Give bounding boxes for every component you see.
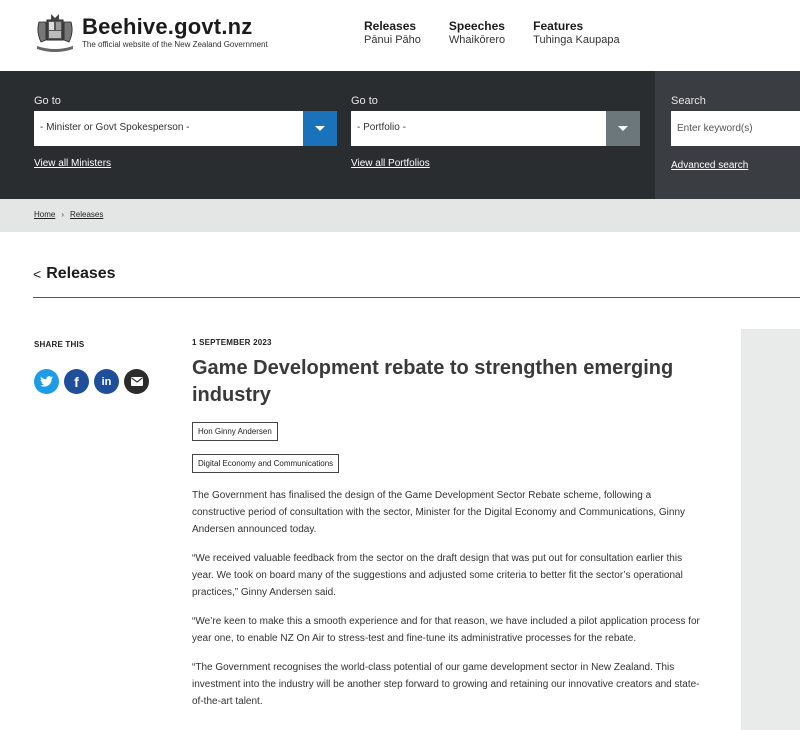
minister-select[interactable]: - Minister or Govt Spokesperson - — [34, 111, 337, 146]
site-subtitle: The official website of the New Zealand … — [82, 40, 268, 49]
share-label: SHARE THIS — [34, 340, 85, 349]
minister-tag[interactable]: Hon Ginny Andersen — [192, 422, 278, 441]
chevron-right-icon: › — [61, 210, 65, 219]
article-date: 1 SEPTEMBER 2023 — [192, 338, 272, 347]
site-title[interactable]: Beehive.govt.nz — [82, 14, 252, 40]
facebook-icon[interactable]: f — [64, 369, 89, 394]
breadcrumb-releases[interactable]: Releases — [70, 210, 103, 219]
portfolios-goto-label: Go to — [351, 95, 378, 107]
top-nav: Releases Pānui Pāho Speeches Whaikōrero … — [364, 19, 648, 46]
breadcrumb: Home › Releases — [34, 210, 103, 219]
nav-label: Releases — [364, 19, 417, 33]
minister-select-value: - Minister or Govt Spokesperson - — [40, 122, 190, 133]
nav-sublabel: Tuhinga Kaupapa — [533, 34, 620, 46]
nav-label: Speeches — [448, 19, 505, 33]
chevron-down-icon[interactable] — [606, 111, 640, 146]
back-to-releases-link[interactable]: < Releases — [33, 265, 116, 283]
nav-features[interactable]: Features Tuhinga Kaupapa — [533, 19, 619, 46]
nz-coat-of-arms-icon[interactable] — [33, 12, 77, 54]
sidebar-panel — [741, 329, 800, 730]
section-title: Releases — [46, 265, 116, 282]
article: 1 SEPTEMBER 2023 Game Development rebate… — [192, 338, 702, 722]
advanced-search-link[interactable]: Advanced search — [671, 160, 748, 171]
chevron-left-icon: < — [33, 266, 42, 282]
ministers-goto-label: Go to — [34, 95, 61, 107]
portfolio-select[interactable]: - Portfolio - — [351, 111, 640, 146]
article-title: Game Development rebate to strengthen em… — [192, 357, 674, 406]
view-all-ministers-link[interactable]: View all Ministers — [34, 158, 111, 169]
search-label: Search — [671, 95, 706, 107]
chevron-down-icon[interactable] — [303, 111, 337, 146]
twitter-icon[interactable] — [34, 369, 59, 394]
breadcrumb-home[interactable]: Home — [34, 210, 55, 219]
nav-sublabel: Whaikōrero — [448, 34, 506, 46]
linkedin-icon[interactable]: in — [94, 369, 119, 394]
site-header: Beehive.govt.nz The official website of … — [0, 0, 800, 71]
linkedin-glyph: in — [101, 375, 112, 388]
article-paragraph: The Government has finalised the design … — [192, 490, 686, 535]
nav-releases[interactable]: Releases Pānui Pāho — [364, 19, 421, 46]
article-paragraph: “We received valuable feedback from the … — [192, 553, 683, 598]
share-icons: f in — [34, 369, 154, 394]
nav-speeches[interactable]: Speeches Whaikōrero — [449, 19, 505, 46]
search-input[interactable] — [671, 111, 800, 146]
portfolio-select-value: - Portfolio - — [357, 122, 406, 133]
article-paragraph: “The Government recognises the world-cla… — [192, 662, 700, 707]
nav-label: Features — [533, 19, 584, 33]
facebook-glyph: f — [74, 373, 79, 390]
section-divider — [33, 297, 800, 298]
nav-sublabel: Pānui Pāho — [364, 34, 421, 46]
portfolio-tag[interactable]: Digital Economy and Communications — [192, 454, 340, 473]
view-all-portfolios-link[interactable]: View all Portfolios — [351, 158, 430, 169]
article-body: The Government has finalised the design … — [192, 487, 702, 710]
email-icon[interactable] — [124, 369, 149, 394]
search-band: Go to - Minister or Govt Spokesperson - … — [0, 71, 800, 199]
breadcrumb-bar: Home › Releases — [0, 199, 800, 232]
article-paragraph: “We’re keen to make this a smooth experi… — [192, 616, 700, 644]
